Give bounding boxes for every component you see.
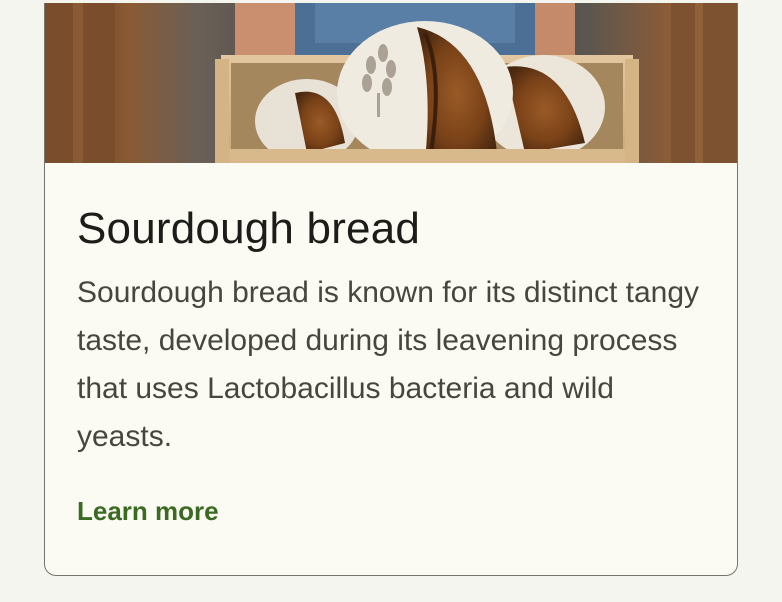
card-title: Sourdough bread	[77, 204, 421, 253]
article-card: Sourdough bread Sourdough bread is known…	[44, 3, 738, 576]
learn-more-link[interactable]: Learn more	[77, 493, 219, 529]
card-hero-image	[45, 3, 737, 163]
card-description: Sourdough bread is known for its distinc…	[77, 276, 700, 453]
